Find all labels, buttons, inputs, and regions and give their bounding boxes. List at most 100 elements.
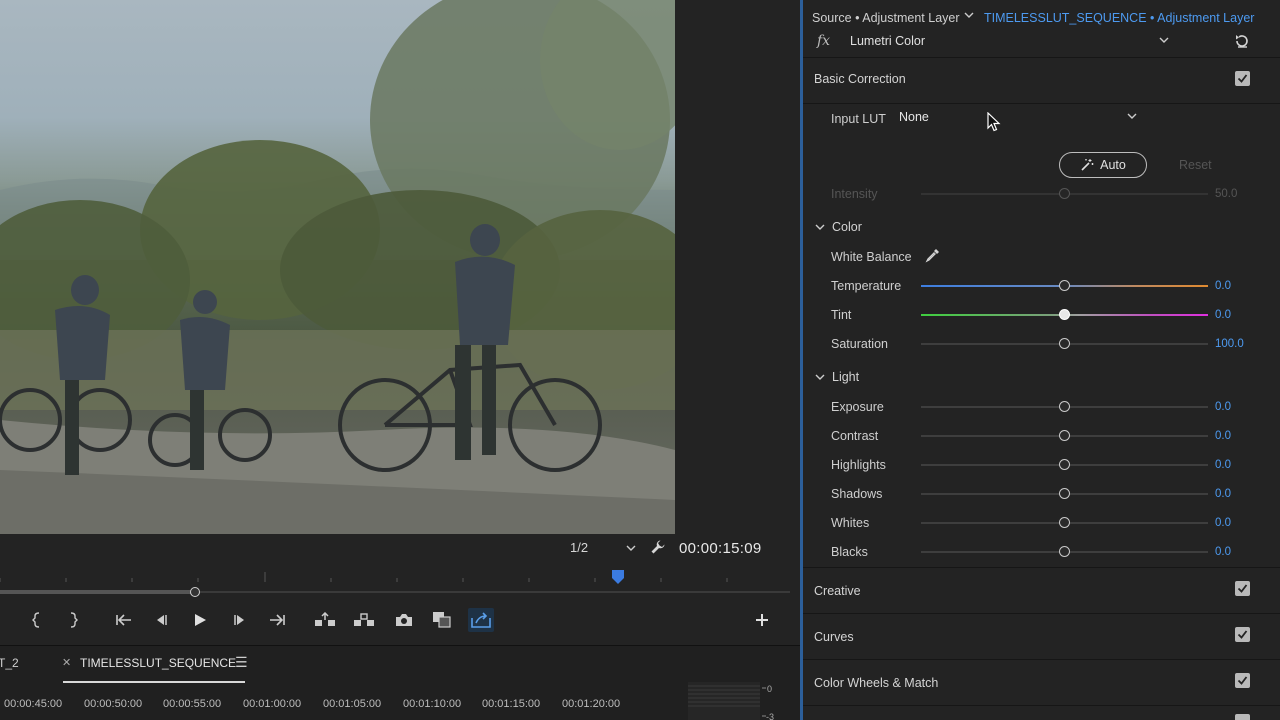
tint-value[interactable]: 0.0 [1215,309,1231,321]
input-lut-value: None [899,110,929,124]
chevron-down-icon[interactable] [964,11,974,19]
color-wheels-checkbox[interactable] [1235,673,1250,688]
effect-select[interactable]: Lumetri Color [850,34,925,48]
eyedropper-icon[interactable] [925,247,941,263]
section-curves[interactable]: Curves [803,614,1280,660]
zoom-level-value: 1/2 [570,540,589,555]
zoom-level-select[interactable]: 1/2 [570,540,636,555]
reset-button[interactable]: Reset [1179,158,1212,172]
section-color-wheels-match[interactable]: Color Wheels & Match [803,660,1280,706]
video-preview[interactable] [0,0,675,534]
scrub-zoom-handle[interactable] [190,587,200,597]
whites-label: Whites [831,516,870,530]
magic-wand-icon [1081,159,1094,171]
section-title: Basic Correction [814,72,906,86]
shadows-slider-handle[interactable] [1059,488,1070,499]
exposure-slider-handle[interactable] [1059,401,1070,412]
blacks-label: Blacks [831,545,868,559]
exposure-value[interactable]: 0.0 [1215,401,1231,413]
camera-icon[interactable] [391,608,417,632]
monitor-scrub-bar[interactable] [0,586,790,598]
temperature-label: Temperature [831,279,902,293]
program-monitor: 1/2 00:00:15:09 [0,0,800,645]
curves-checkbox[interactable] [1235,627,1250,642]
close-tab-icon[interactable]: ✕ [62,656,71,669]
input-lut-label: Input LUT [831,112,886,126]
highlights-value[interactable]: 0.0 [1215,459,1231,471]
ruler-label: 00:01:15:00 [482,698,541,710]
mouse-cursor-icon [987,112,1001,132]
scrub-zoom-range[interactable] [0,590,195,594]
subsection-title: Light [832,370,860,384]
comparison-view-icon[interactable] [429,608,455,632]
chevron-down-icon[interactable] [1159,36,1169,44]
contrast-value[interactable]: 0.0 [1215,430,1231,442]
creative-checkbox[interactable] [1235,581,1250,596]
lumetri-color-panel: Source • Adjustment Layer TIMELESSLUT_SE… [803,0,1280,720]
mark-clip-icon[interactable] [0,608,12,632]
ruler-label: 00:01:20:00 [562,698,621,710]
chevron-down-icon[interactable] [1127,112,1137,120]
chevron-down-icon [626,545,636,551]
next-section-checkbox[interactable] [1235,714,1250,720]
auto-button-label: Auto [1100,158,1126,172]
tint-slider-handle[interactable] [1059,309,1070,320]
go-to-out-icon[interactable] [264,608,290,632]
input-lut-select[interactable]: None [899,110,1139,130]
step-back-icon[interactable] [148,608,174,632]
export-frame-icon[interactable] [468,608,494,632]
blacks-slider-handle[interactable] [1059,546,1070,557]
whites-value[interactable]: 0.0 [1215,517,1231,529]
highlights-label: Highlights [831,458,886,472]
sequence-clip-link[interactable]: TIMELESSLUT_SEQUENCE • Adjustment Layer [984,11,1254,25]
section-title: Color Wheels & Match [814,676,939,690]
section-title: Curves [814,630,854,644]
basic-correction-checkbox[interactable] [1235,71,1250,86]
mark-in-icon[interactable] [24,608,50,632]
highlights-slider-handle[interactable] [1059,459,1070,470]
go-to-in-icon[interactable] [111,608,137,632]
panel-menu-icon[interactable]: ☰ [235,654,248,671]
extract-icon[interactable] [351,608,377,632]
blacks-value[interactable]: 0.0 [1215,546,1231,558]
active-tab-indicator [63,681,245,683]
fx-icon[interactable]: fx [817,33,830,49]
ruler-label: 00:01:00:00 [243,698,302,710]
add-button-icon[interactable] [749,608,775,632]
contrast-slider-handle[interactable] [1059,430,1070,441]
lift-icon[interactable] [312,608,338,632]
wrench-icon[interactable] [650,539,666,558]
shadows-value[interactable]: 0.0 [1215,488,1231,500]
ruler-label: 00:01:05:00 [323,698,382,710]
tab-previous-sequence[interactable]: T_2 [0,656,19,670]
ruler-label: 00:00:55:00 [163,698,222,710]
tab-active-sequence[interactable]: TIMELESSLUT_SEQUENCE [80,656,236,670]
saturation-slider-handle[interactable] [1059,338,1070,349]
temperature-value[interactable]: 0.0 [1215,280,1231,292]
subsection-light[interactable]: Light [815,370,859,384]
temperature-slider-handle[interactable] [1059,280,1070,291]
transport-controls [0,606,790,634]
intensity-label: Intensity [831,187,878,201]
ruler-label: 00:00:45:00 [4,698,63,710]
meter-label: 0 [767,684,773,694]
subsection-color[interactable]: Color [815,220,862,234]
playhead-timecode[interactable]: 00:00:15:09 [679,540,762,557]
video-scene-illustration [0,0,675,534]
saturation-value[interactable]: 100.0 [1215,338,1244,350]
intensity-slider-handle[interactable] [1059,188,1070,199]
intensity-value[interactable]: 50.0 [1215,188,1237,200]
playhead-marker-icon[interactable] [612,570,624,584]
section-basic-correction[interactable]: Basic Correction [803,58,1280,104]
mark-out-icon[interactable] [60,608,86,632]
timeline-time-ruler[interactable]: 00:00:45:00 00:00:50:00 00:00:55:00 00:0… [0,696,680,716]
reset-icon[interactable] [1234,33,1250,49]
basic-correction-body: Input LUT None Auto Reset Intensity 50.0… [803,104,1280,568]
section-creative[interactable]: Creative [803,568,1280,614]
exposure-label: Exposure [831,400,884,414]
source-clip-label[interactable]: Source • Adjustment Layer [812,11,960,25]
play-icon[interactable] [187,608,213,632]
step-forward-icon[interactable] [227,608,253,632]
whites-slider-handle[interactable] [1059,517,1070,528]
auto-button[interactable]: Auto [1059,152,1147,178]
